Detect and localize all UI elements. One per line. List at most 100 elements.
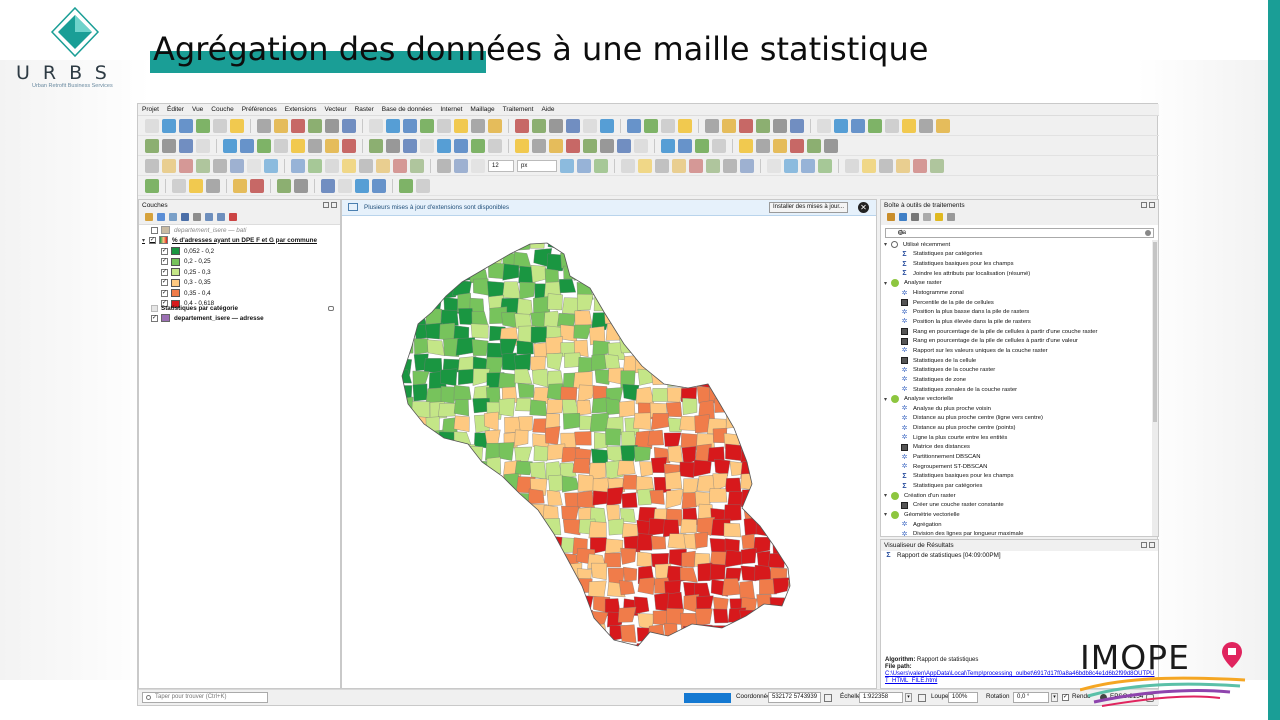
toolbar-tool-icon[interactable] bbox=[179, 118, 193, 133]
font-unit-select[interactable]: px bbox=[517, 159, 557, 172]
legend-class-checkbox[interactable]: ✓ bbox=[161, 258, 168, 265]
legend-class-checkbox[interactable]: ✓ bbox=[161, 279, 168, 286]
install-updates-button[interactable]: Installer des mises à jour... bbox=[769, 202, 849, 213]
toolbar-tool-icon[interactable] bbox=[471, 118, 485, 133]
processing-group[interactable]: ▾ Création d'un raster bbox=[884, 491, 956, 501]
toolbar-tool-icon[interactable] bbox=[689, 158, 703, 173]
toolbar-tool-icon[interactable] bbox=[583, 138, 597, 153]
processing-algorithm[interactable]: Créer une couche raster constante bbox=[901, 501, 1004, 511]
toolbar-tool-icon[interactable] bbox=[515, 118, 529, 133]
toolbar-tool-icon[interactable] bbox=[145, 118, 159, 133]
coordinate-field[interactable]: 532172 5743939 bbox=[768, 692, 821, 703]
toolbar-tool-icon[interactable] bbox=[213, 118, 227, 133]
float-panel-icon[interactable] bbox=[1141, 542, 1147, 548]
scale-dropdown-icon[interactable]: ▾ bbox=[905, 693, 912, 702]
toolbar-tool-icon[interactable] bbox=[807, 138, 821, 153]
toolbar-tool-icon[interactable] bbox=[532, 138, 546, 153]
toolbar-tool-icon[interactable] bbox=[549, 138, 563, 153]
collapse-arrow-icon[interactable]: ▾ bbox=[884, 241, 891, 248]
layer-stats-categorie[interactable]: Statistiques par catégorie bbox=[151, 303, 238, 313]
processing-algorithm[interactable]: ✲ Analyse du plus proche voisin bbox=[901, 404, 991, 414]
toolbar-tool-icon[interactable] bbox=[291, 118, 305, 133]
toolbar-tool-icon[interactable] bbox=[213, 158, 227, 173]
toolbar-tool-icon[interactable] bbox=[739, 138, 753, 153]
toolbar-tool-icon[interactable] bbox=[223, 138, 237, 153]
toolbar-tool-icon[interactable] bbox=[196, 118, 210, 133]
collapse-arrow-icon[interactable]: ▾ bbox=[884, 280, 891, 287]
legend-class-checkbox[interactable]: ✓ bbox=[161, 247, 168, 255]
toolbar-tool-icon[interactable] bbox=[369, 138, 383, 153]
toolbar-tool-icon[interactable] bbox=[790, 138, 804, 153]
toolbar-tool-icon[interactable] bbox=[454, 118, 468, 133]
menu-item[interactable]: Base de données bbox=[382, 106, 433, 113]
processing-algorithm[interactable]: Σ Statistiques par catégories bbox=[901, 481, 982, 491]
toolbar-tool-icon[interactable] bbox=[257, 138, 271, 153]
toolbar-tool-icon[interactable] bbox=[773, 138, 787, 153]
toolbar-tool-icon[interactable] bbox=[919, 118, 933, 133]
toolbar-tool-icon[interactable] bbox=[189, 178, 203, 193]
toolbar-tool-icon[interactable] bbox=[145, 138, 159, 153]
processing-algorithm[interactable]: ✲ Position la plus basse dans la pile de … bbox=[901, 308, 1030, 318]
rotation-spin-icon[interactable]: ▾ bbox=[1051, 693, 1058, 702]
toolbar-tool-icon[interactable] bbox=[321, 178, 335, 193]
toolbar-tool-icon[interactable] bbox=[308, 138, 322, 153]
toolbar-tool-icon[interactable] bbox=[372, 178, 386, 193]
processing-algorithm[interactable]: Matrice des distances bbox=[901, 443, 970, 453]
layer-dpe-fg[interactable]: ▾ ✓ % d'adresses ayant un DPE F et G par… bbox=[142, 235, 317, 245]
toolbar-tool-icon[interactable] bbox=[600, 138, 614, 153]
result-item[interactable]: Σ Rapport de statistiques [04:09:00PM] bbox=[885, 552, 1000, 559]
processing-algorithm[interactable]: Statistiques de la cellule bbox=[901, 356, 976, 366]
processing-group[interactable]: ▾ Utilisé récemment bbox=[884, 240, 950, 250]
toolbar-tool-icon[interactable] bbox=[722, 118, 736, 133]
filter-legend-icon[interactable] bbox=[181, 213, 189, 221]
toolbar-tool-icon[interactable] bbox=[291, 138, 305, 153]
processing-algorithm[interactable]: ✲ Statistiques de la couche raster bbox=[901, 365, 996, 375]
toolbar-tool-icon[interactable] bbox=[515, 138, 529, 153]
toolbar-tool-icon[interactable] bbox=[583, 118, 597, 133]
toolbar-tool-icon[interactable] bbox=[416, 178, 430, 193]
collapse-arrow-icon[interactable]: ▾ bbox=[142, 237, 149, 244]
font-size-field[interactable]: 12 bbox=[488, 159, 514, 172]
toolbar-tool-icon[interactable] bbox=[196, 158, 210, 173]
toolbar-tool-icon[interactable] bbox=[399, 178, 413, 193]
processing-algorithm[interactable]: ✲ Distance au plus proche centre (ligne v… bbox=[901, 414, 1043, 424]
toolbar-tool-icon[interactable] bbox=[634, 138, 648, 153]
scripts-icon[interactable] bbox=[899, 213, 907, 221]
menu-item[interactable]: Extensions bbox=[285, 106, 317, 113]
toolbar-tool-icon[interactable] bbox=[410, 158, 424, 173]
clear-search-icon[interactable] bbox=[1145, 230, 1151, 236]
toolbar-tool-icon[interactable] bbox=[705, 118, 719, 133]
toolbar-tool-icon[interactable] bbox=[325, 118, 339, 133]
toolbar-tool-icon[interactable] bbox=[862, 158, 876, 173]
layer-dpe-checkbox[interactable]: ✓ bbox=[149, 236, 156, 244]
toolbar-tool-icon[interactable] bbox=[454, 158, 468, 173]
toolbar-tool-icon[interactable] bbox=[851, 118, 865, 133]
toolbar-tool-icon[interactable] bbox=[695, 138, 709, 153]
layer-adresse[interactable]: ✓ departement_isere — adresse bbox=[151, 313, 264, 323]
toolbox-scrollbar[interactable] bbox=[1152, 240, 1158, 536]
toolbar-tool-icon[interactable] bbox=[767, 158, 781, 173]
toolbar-tool-icon[interactable] bbox=[790, 118, 804, 133]
processing-algorithm[interactable]: Σ Statistiques par catégories bbox=[901, 250, 982, 260]
models-icon[interactable] bbox=[887, 213, 895, 221]
toolbar-tool-icon[interactable] bbox=[162, 138, 176, 153]
toolbar-tool-icon[interactable] bbox=[355, 178, 369, 193]
processing-algorithm[interactable]: ✲ Histogramme zonal bbox=[901, 288, 964, 298]
toolbar-tool-icon[interactable] bbox=[566, 138, 580, 153]
close-panel-icon[interactable] bbox=[1149, 542, 1155, 548]
menu-item[interactable]: Traitement bbox=[503, 106, 534, 113]
toolbar-tool-icon[interactable] bbox=[936, 118, 950, 133]
toolbar-tool-icon[interactable] bbox=[879, 158, 893, 173]
toolbar-tool-icon[interactable] bbox=[756, 118, 770, 133]
filter-expression-icon[interactable] bbox=[193, 213, 201, 221]
toolbar-tool-icon[interactable] bbox=[913, 158, 927, 173]
toolbar-tool-icon[interactable] bbox=[661, 138, 675, 153]
collapse-arrow-icon[interactable]: ▾ bbox=[884, 396, 891, 403]
toolbar-tool-icon[interactable] bbox=[678, 138, 692, 153]
toolbar-tool-icon[interactable] bbox=[600, 118, 614, 133]
toolbar-tool-icon[interactable] bbox=[454, 138, 468, 153]
toolbar-tool-icon[interactable] bbox=[291, 158, 305, 173]
magnifier-field[interactable]: 100% bbox=[948, 692, 978, 703]
processing-group[interactable]: ▾ Analyse raster bbox=[884, 279, 942, 289]
processing-algorithm[interactable]: ✲ Ligne la plus courte entre les entités bbox=[901, 433, 1008, 443]
